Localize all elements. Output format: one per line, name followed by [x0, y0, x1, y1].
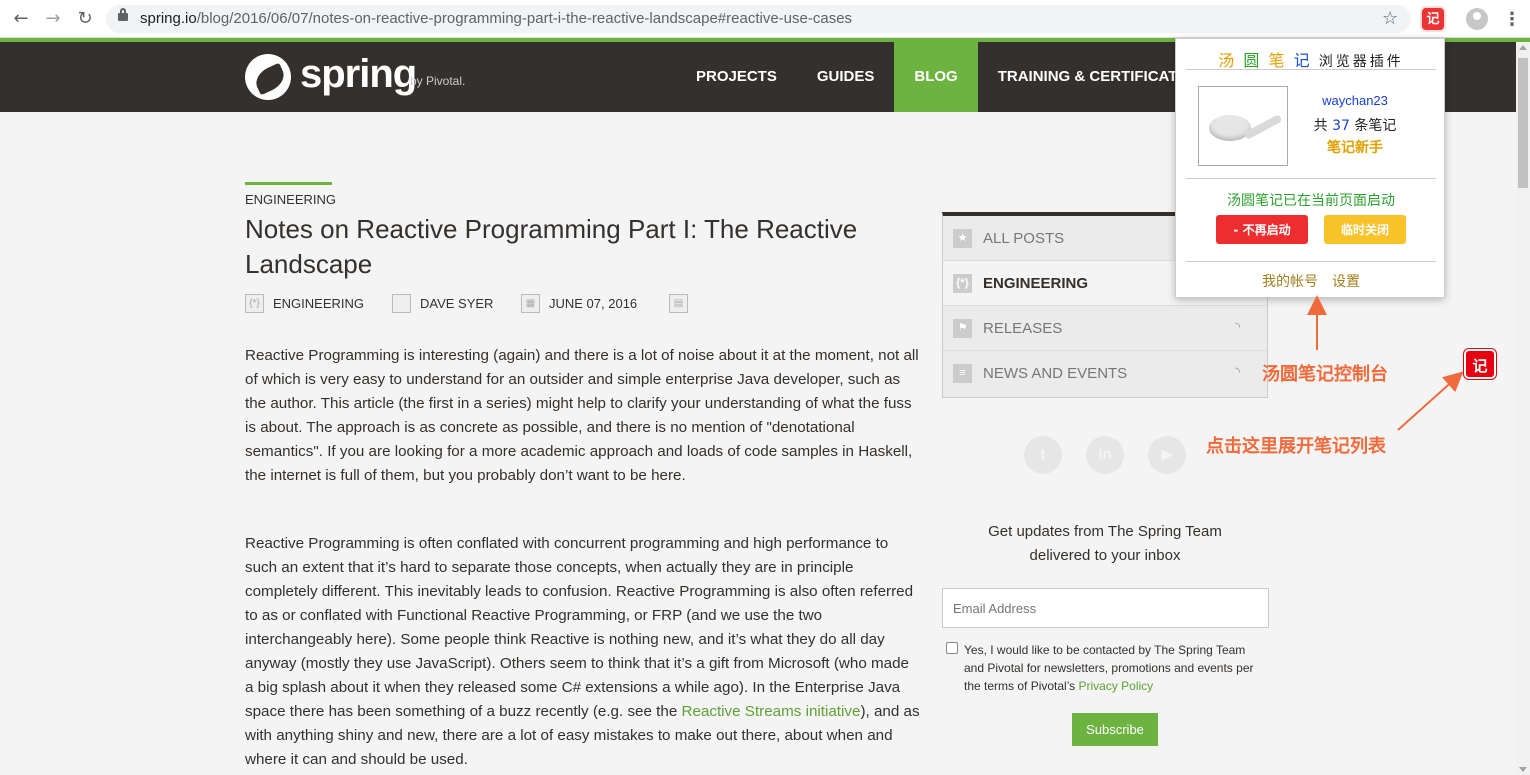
- reload-icon[interactable]: ↻: [74, 8, 96, 30]
- newsletter-heading: Get updates from The Spring Team deliver…: [942, 520, 1268, 568]
- bookmark-star-icon[interactable]: ☆: [1382, 8, 1398, 29]
- sidebar-item-label: ENGINEERING: [983, 274, 1089, 292]
- popup-title-char-4: 记: [1293, 51, 1312, 70]
- privacy-policy-link[interactable]: Privacy Policy: [1079, 679, 1154, 693]
- meta-category[interactable]: {*} ENGINEERING: [245, 294, 364, 313]
- my-account-link[interactable]: 我的帐号: [1262, 274, 1318, 290]
- popup-title-char-2: 圆: [1243, 51, 1262, 70]
- scroll-thumb[interactable]: [1518, 58, 1528, 188]
- post-title: Notes on Reactive Programming Part I: Th…: [245, 214, 858, 279]
- forward-arrow-icon[interactable]: →: [42, 8, 64, 30]
- newsletter-line-1: Get updates from The Spring Team: [988, 523, 1222, 540]
- rss-icon[interactable]: ◝: [1235, 321, 1249, 335]
- sidebar-item-label: ALL POSTS: [983, 229, 1065, 247]
- scroll-up-arrow-icon[interactable]: [1519, 45, 1527, 50]
- extension-popup: 汤 圆 笔 记 浏览器插件 waychan23 共 37 条笔记 笔记新手 汤圆…: [1175, 38, 1445, 298]
- author-avatar-icon: [392, 294, 411, 313]
- sidebar-item-label: NEWS AND EVENTS: [983, 365, 1128, 382]
- divider: [1186, 178, 1436, 179]
- sidebar-item-label: RELEASES: [983, 319, 1063, 337]
- arrow-to-float-button: [1397, 371, 1464, 431]
- category-bar: [245, 182, 332, 185]
- nav-blog[interactable]: BLOG: [894, 42, 978, 112]
- divider: [1186, 69, 1436, 70]
- paragraph-2-text: Reactive Programming is often conflated …: [245, 535, 914, 720]
- browser-toolbar: ← → ↻ spring.io/blog/2016/06/07/notes-on…: [0, 0, 1530, 38]
- meta-date: ▦ JUNE 07, 2016: [521, 294, 637, 313]
- twitter-icon[interactable]: t: [1024, 436, 1062, 474]
- popup-links: 我的帐号 设置: [1186, 271, 1436, 291]
- meta-author-label: DAVE SYER: [420, 296, 494, 311]
- flag-icon: ⚑: [953, 318, 972, 338]
- browser-menu-icon[interactable]: ⋮: [1503, 8, 1521, 30]
- nav-guides[interactable]: GUIDES: [797, 42, 895, 112]
- main-nav: PROJECTS GUIDES BLOG TRAINING & CERTIFIC…: [676, 42, 1224, 112]
- popup-status: 汤圆笔记已在当前页面启动: [1227, 193, 1395, 209]
- logo-text[interactable]: spring: [300, 52, 417, 97]
- divider: [1186, 261, 1436, 262]
- paragraph-2: Reactive Programming is often conflated …: [245, 532, 920, 772]
- nav-projects[interactable]: PROJECTS: [676, 42, 797, 112]
- popup-title-char-1: 汤: [1218, 51, 1237, 70]
- extension-button[interactable]: 记: [1422, 8, 1444, 30]
- spring-leaf-icon[interactable]: [245, 54, 291, 100]
- settings-link[interactable]: 设置: [1332, 274, 1360, 290]
- logo-byline: by Pivotal.: [410, 74, 466, 88]
- consent-checkbox[interactable]: [946, 642, 958, 654]
- popup-username[interactable]: waychan23: [1301, 93, 1409, 108]
- meta-date-label: JUNE 07, 2016: [549, 296, 638, 311]
- linkedin-icon[interactable]: in: [1086, 436, 1124, 474]
- floating-note-button[interactable]: 记: [1464, 349, 1496, 379]
- console-annotation: 汤圆笔记控制台: [1262, 364, 1388, 385]
- count-suffix: 条笔记: [1354, 118, 1397, 134]
- back-arrow-icon[interactable]: ←: [10, 8, 32, 30]
- popup-title-rest: 浏览器插件: [1318, 54, 1404, 70]
- sidebar-item-releases[interactable]: ⚑ RELEASES ◝: [943, 306, 1267, 351]
- rss-icon[interactable]: ◝: [1235, 366, 1249, 380]
- paragraph-1: Reactive Programming is interesting (aga…: [245, 347, 919, 484]
- meta-author[interactable]: DAVE SYER: [392, 294, 493, 313]
- star-icon: ★: [953, 228, 972, 248]
- sidebar-item-news-events[interactable]: ≡ NEWS AND EVENTS ◝: [943, 351, 1267, 396]
- count-prefix: 共: [1313, 118, 1328, 134]
- newsletter-line-2: delivered to your inbox: [1029, 547, 1181, 564]
- youtube-icon[interactable]: ▶: [1148, 436, 1186, 474]
- popup-note-count: 共 37 条笔记: [1301, 115, 1409, 135]
- temporary-close-button[interactable]: 临时关闭: [1324, 215, 1406, 244]
- user-avatar: [1198, 86, 1288, 166]
- scroll-down-arrow-icon[interactable]: [1519, 767, 1527, 772]
- calendar-icon: ▦: [521, 294, 540, 313]
- url-path: /blog/2016/06/07/notes-on-reactive-progr…: [196, 10, 853, 27]
- consent-text: Yes, I would like to be contacted by The…: [964, 641, 1264, 695]
- url-host: spring.io: [140, 10, 197, 27]
- expand-annotation: 点击这里展开笔记列表: [1206, 436, 1386, 457]
- page-scrollbar[interactable]: [1516, 42, 1530, 775]
- news-icon: ≡: [953, 364, 972, 383]
- comment-icon: ▤: [669, 294, 688, 313]
- disable-button[interactable]: - 不再启动: [1216, 215, 1308, 244]
- category-icon: {*}: [245, 294, 264, 313]
- meta-category-label: ENGINEERING: [273, 296, 365, 311]
- lock-icon: [118, 8, 128, 21]
- email-field[interactable]: [942, 588, 1269, 628]
- category-label[interactable]: ENGINEERING: [245, 192, 336, 207]
- profile-avatar-icon[interactable]: [1466, 8, 1488, 30]
- meta-comments[interactable]: ▤: [669, 294, 697, 313]
- subscribe-button[interactable]: Subscribe: [1072, 713, 1158, 746]
- popup-title-char-3: 笔: [1268, 51, 1287, 70]
- count-number: 37: [1332, 118, 1350, 134]
- url-text[interactable]: spring.io/blog/2016/06/07/notes-on-react…: [140, 10, 852, 27]
- popup-title: 汤 圆 笔 记 浏览器插件: [1186, 47, 1436, 71]
- reactive-streams-link[interactable]: Reactive Streams initiative: [682, 703, 861, 720]
- engineering-icon: {*}: [953, 273, 972, 293]
- address-bar[interactable]: spring.io/blog/2016/06/07/notes-on-react…: [106, 5, 1411, 33]
- popup-rank: 笔记新手: [1327, 140, 1383, 156]
